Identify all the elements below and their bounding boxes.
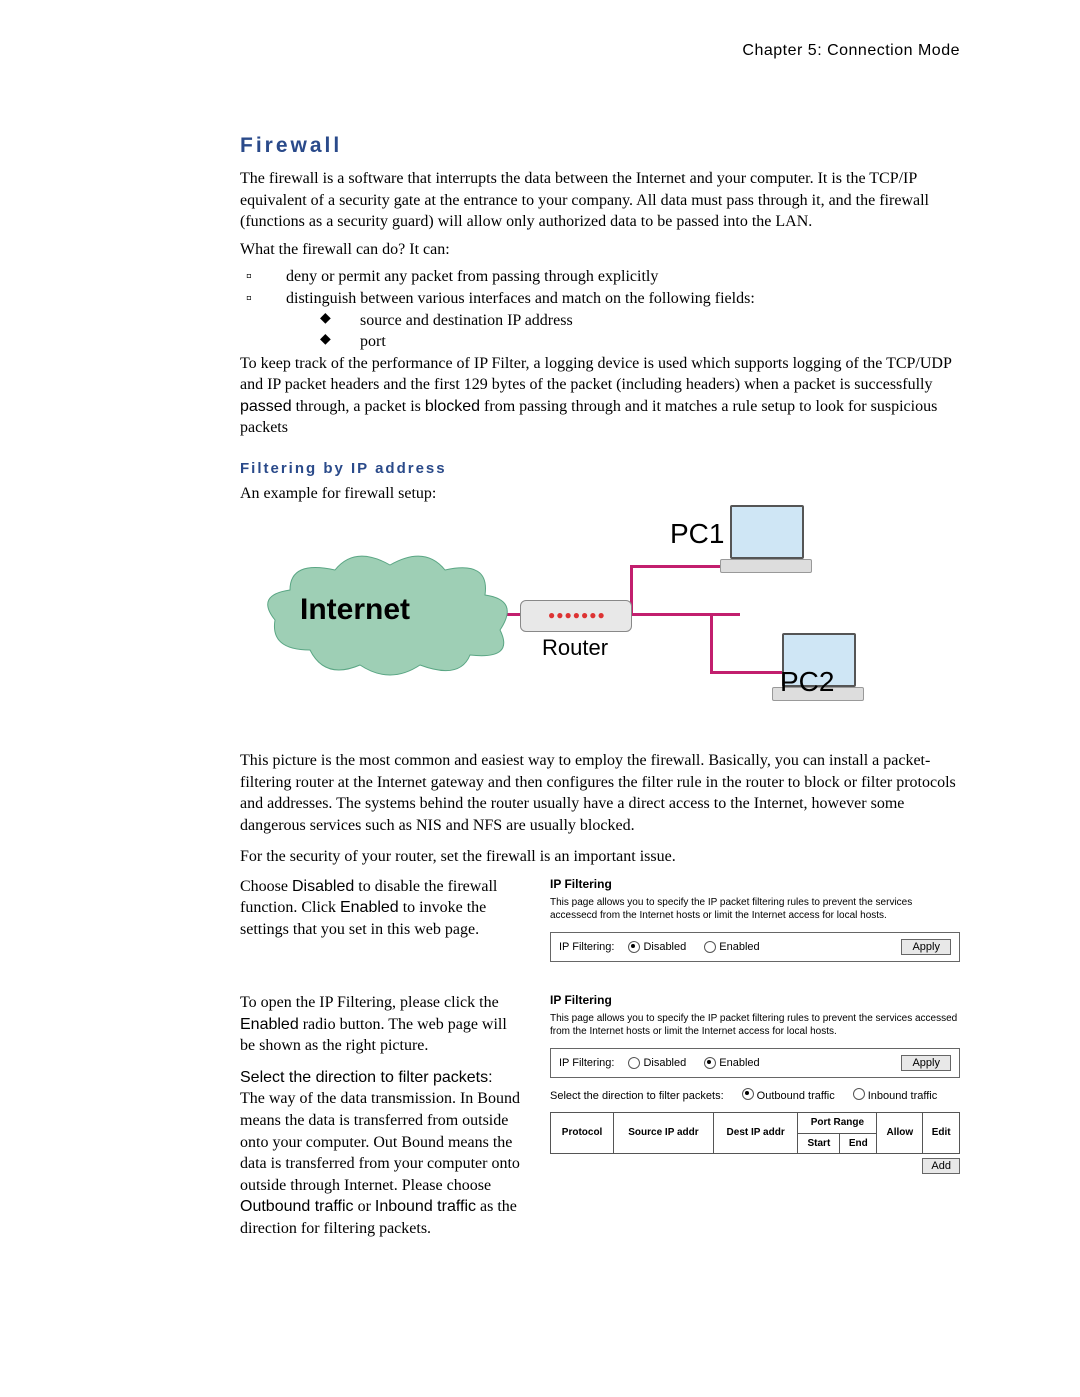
square-bullet-icon: ▫ (240, 266, 286, 288)
pc2-label: PC2 (780, 663, 834, 701)
page: Chapter 5: Connection Mode Firewall The … (0, 0, 1080, 1397)
list-item: source and destination IP address (360, 310, 573, 332)
block2-left-text: To open the IP Filtering, please click t… (240, 992, 520, 1246)
block1-left-text: Choose Disabled to disable the firewall … (240, 876, 520, 941)
question-line: What the firewall can do? It can: (240, 239, 960, 261)
example-line: An example for firewall setup: (240, 483, 960, 505)
th-end: End (840, 1133, 877, 1154)
panel-title: IP Filtering (550, 992, 960, 1008)
list-item: distinguish between various interfaces a… (286, 288, 755, 310)
th-src: Source IP addr (614, 1113, 714, 1154)
th-protocol: Protocol (551, 1113, 614, 1154)
list-item: deny or permit any packet from passing t… (286, 266, 658, 288)
filtering-label: IP Filtering: (559, 1056, 614, 1071)
pc1-icon (730, 505, 812, 573)
after-diagram-p1: This picture is the most common and easi… (240, 750, 960, 836)
diamond-bullet-icon: ◆ (240, 331, 360, 353)
logging-paragraph: To keep track of the performance of IP F… (240, 353, 960, 439)
filtering-row: IP Filtering: Disabled Enabled Apply (550, 1048, 960, 1078)
panel-description: This page allows you to specify the IP p… (550, 1012, 960, 1038)
th-dst: Dest IP addr (713, 1113, 798, 1154)
network-diagram: Internet ●●●●●●● Router PC1 PC2 (240, 515, 960, 730)
list-item: port (360, 331, 386, 353)
ip-filtering-panel-enabled: IP Filtering This page allows you to spe… (550, 992, 960, 1174)
radio-enabled[interactable] (704, 1057, 716, 1069)
panel-description: This page allows you to specify the IP p… (550, 896, 960, 922)
section-title-firewall: Firewall (240, 132, 960, 160)
radio-outbound[interactable] (742, 1088, 754, 1100)
diamond-bullet-icon: ◆ (240, 310, 360, 332)
th-portrange: Port Range (798, 1113, 877, 1134)
internet-label: Internet (300, 590, 410, 631)
subheading-filtering: Filtering by IP address (240, 459, 960, 479)
th-start: Start (798, 1133, 840, 1154)
radio-enabled[interactable] (704, 941, 716, 953)
ip-filtering-panel-disabled: IP Filtering This page allows you to spe… (550, 876, 960, 962)
radio-disabled[interactable] (628, 1057, 640, 1069)
direction-label: Select the direction to filter packets: (550, 1089, 724, 1104)
filtering-label: IP Filtering: (559, 940, 614, 955)
radio-disabled[interactable] (628, 941, 640, 953)
filter-table: Protocol Source IP addr Dest IP addr Por… (550, 1112, 960, 1154)
match-fields-list: ◆source and destination IP address ◆port (240, 310, 960, 353)
capability-list: ▫deny or permit any packet from passing … (240, 266, 960, 309)
direction-heading: Select the direction to filter packets: (240, 1069, 493, 1086)
filtering-row: IP Filtering: Disabled Enabled Apply (550, 932, 960, 962)
apply-button[interactable]: Apply (901, 939, 951, 955)
intro-paragraph: The firewall is a software that interrup… (240, 168, 960, 233)
square-bullet-icon: ▫ (240, 288, 286, 310)
apply-button[interactable]: Apply (901, 1055, 951, 1071)
radio-inbound[interactable] (853, 1088, 865, 1100)
router-label: Router (542, 633, 608, 663)
pc1-label: PC1 (670, 515, 724, 553)
after-diagram-p2: For the security of your router, set the… (240, 846, 960, 868)
panel-title: IP Filtering (550, 876, 960, 892)
block-disabled: Choose Disabled to disable the firewall … (240, 876, 960, 962)
add-button[interactable]: Add (922, 1158, 960, 1174)
block-enabled: To open the IP Filtering, please click t… (240, 992, 960, 1246)
direction-row: Select the direction to filter packets: … (550, 1088, 960, 1104)
th-allow: Allow (877, 1113, 923, 1154)
router-leds-icon: ●●●●●●● (548, 607, 606, 623)
th-edit: Edit (923, 1113, 960, 1154)
chapter-header: Chapter 5: Connection Mode (240, 40, 960, 62)
